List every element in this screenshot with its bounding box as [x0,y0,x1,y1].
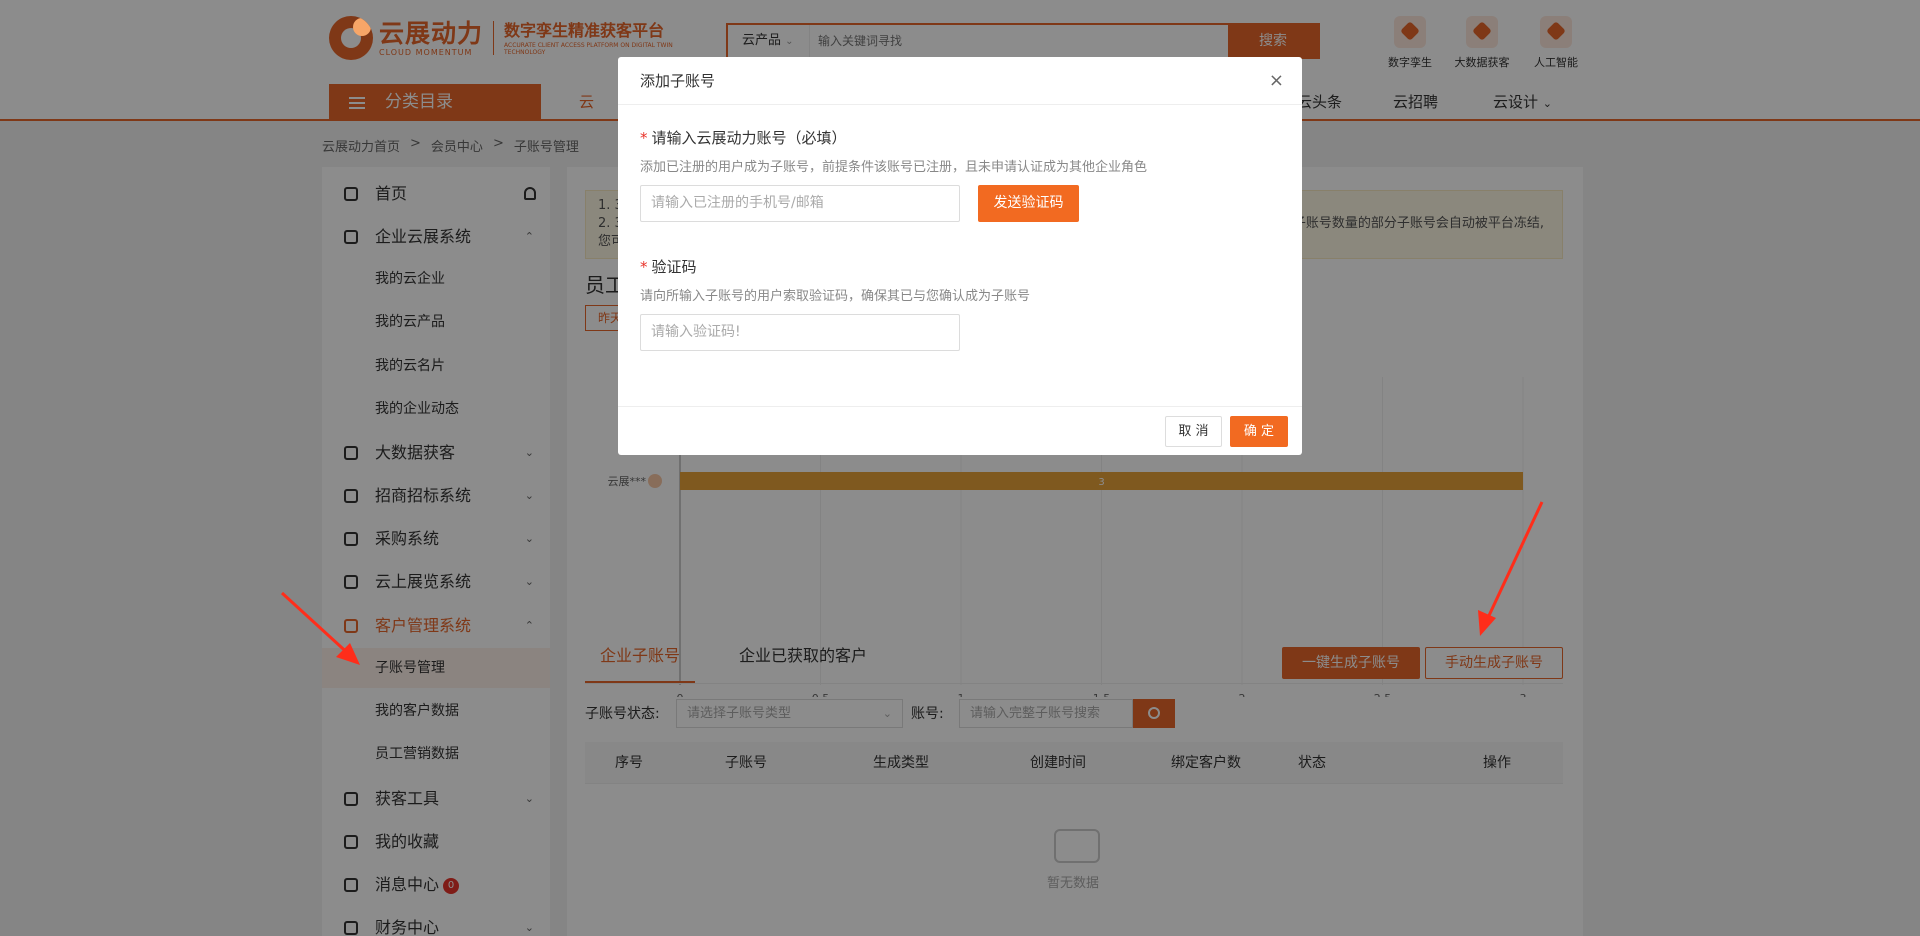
account-field-hint: 添加已注册的用户成为子账号，前提条件该账号已注册，且未申请认证成为其他企业角色 [640,160,1148,175]
annotation-arrow-right [1478,501,1544,636]
dialog-footer: 取 消 确 定 [618,406,1302,455]
required-mark: * [640,258,648,276]
send-code-button[interactable]: 发送验证码 [978,185,1079,222]
verification-code-input[interactable]: 请输入验证码! [640,314,960,351]
close-icon[interactable]: × [1269,57,1284,105]
required-mark: * [640,129,648,147]
annotation-arrow-left [280,591,360,665]
confirm-button[interactable]: 确 定 [1230,416,1288,447]
account-field-label-text: 请输入云展动力账号（必填） [651,129,847,147]
code-field-label-text: 验证码 [651,258,697,276]
code-field-label: * 验证码 [640,256,697,277]
account-field-label: * 请输入云展动力账号（必填） [640,127,847,148]
dialog-header: 添加子账号 × [618,57,1302,105]
add-subaccount-dialog: 添加子账号 × * 请输入云展动力账号（必填） 添加已注册的用户成为子账号，前提条… [618,57,1302,455]
dialog-title: 添加子账号 [640,72,716,90]
account-phone-email-input[interactable]: 请输入已注册的手机号/邮箱 [640,185,960,222]
code-field-hint: 请向所输入子账号的用户索取验证码，确保其已与您确认成为子账号 [640,289,1031,304]
cancel-button[interactable]: 取 消 [1165,416,1222,447]
